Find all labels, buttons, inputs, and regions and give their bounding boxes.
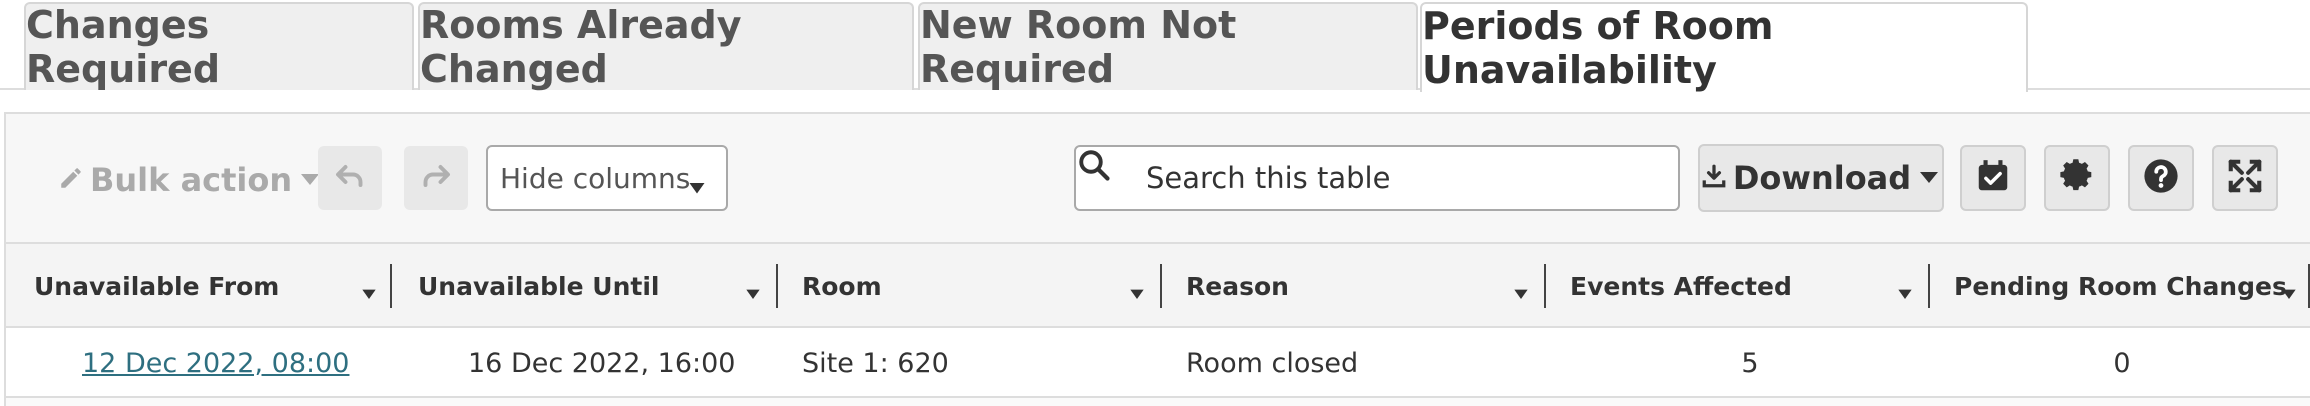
column-resize-handle[interactable] [1928, 264, 1930, 308]
sort-caret-icon[interactable] [358, 280, 380, 309]
table-header: Unavailable From Unavailable Until Room … [6, 244, 2310, 328]
column-header-unavailable-from[interactable]: Unavailable From [34, 244, 392, 328]
fullscreen-button[interactable] [2212, 145, 2278, 211]
caret-down-icon [686, 172, 708, 205]
tab-label: New Room Not Required [920, 3, 1237, 91]
fullscreen-icon [2226, 157, 2264, 199]
gear-icon [2058, 157, 2096, 199]
bulk-action-label: Bulk action [90, 161, 293, 199]
pencil-icon [58, 161, 84, 199]
tab-label: Periods of Room Unavailability [1422, 4, 1774, 92]
tab-periods-of-room-unavailability[interactable]: Periods of Room Unavailability [1420, 2, 2028, 92]
tab-label: Rooms Already Changed [420, 3, 742, 91]
download-label: Download [1732, 159, 1912, 197]
caret-down-icon [1917, 159, 1941, 197]
sort-caret-icon[interactable] [1126, 280, 1148, 309]
tab-new-room-not-required[interactable]: New Room Not Required [918, 2, 1418, 91]
column-header-label: Pending Room Changes [1954, 271, 2287, 301]
cell-reason: Room closed [1186, 347, 1359, 379]
undo-button[interactable] [318, 146, 382, 210]
tab-changes-required[interactable]: Changes Required [24, 2, 414, 91]
hide-columns-label: Hide columns [500, 161, 691, 195]
table-row: 12 Dec 2022, 08:00 16 Dec 2022, 16:00 Si… [6, 328, 2310, 398]
tab-label: Changes Required [26, 3, 221, 91]
download-button[interactable]: Download [1698, 144, 1944, 212]
help-icon [2142, 157, 2180, 199]
column-resize-handle[interactable] [1160, 264, 1162, 308]
column-header-unavailable-until[interactable]: Unavailable Until [418, 244, 778, 328]
column-header-label: Unavailable From [34, 271, 280, 301]
cell-unavailable-until: 16 Dec 2022, 16:00 [468, 347, 736, 379]
settings-button[interactable] [2044, 145, 2110, 211]
cell-events-affected: 5 [1741, 347, 1759, 379]
redo-button[interactable] [404, 146, 468, 210]
column-resize-handle[interactable] [390, 264, 392, 308]
column-header-label: Room [802, 271, 882, 301]
cell-unavailable-from: 12 Dec 2022, 08:00 [82, 328, 349, 398]
column-header-reason[interactable]: Reason [1186, 244, 1546, 328]
undo-icon [332, 158, 368, 198]
redo-icon [418, 158, 454, 198]
tab-rooms-already-changed[interactable]: Rooms Already Changed [418, 2, 914, 91]
column-header-label: Unavailable Until [418, 271, 660, 301]
search-input[interactable] [1146, 157, 1666, 199]
download-icon [1701, 159, 1727, 197]
sort-caret-icon[interactable] [2278, 280, 2300, 309]
column-resize-handle[interactable] [776, 264, 778, 308]
column-header-events-affected[interactable]: Events Affected [1570, 244, 1930, 328]
calendar-check-icon [1974, 157, 2012, 199]
hide-columns-select[interactable]: Hide columns [486, 145, 728, 211]
column-resize-handle[interactable] [1544, 264, 1546, 308]
table-toolbar: Bulk action Hide columns Search this tab… [6, 114, 2310, 244]
column-header-pending-room-changes[interactable]: Pending Room Changes [1954, 244, 2310, 328]
table-panel: Bulk action Hide columns Search this tab… [4, 112, 2310, 406]
tab-bar: Changes Required Rooms Already Changed N… [0, 0, 2310, 92]
sort-caret-icon[interactable] [1510, 280, 1532, 309]
sort-caret-icon[interactable] [1894, 280, 1916, 309]
search-field[interactable] [1074, 145, 1680, 211]
column-header-label: Events Affected [1570, 271, 1792, 301]
help-button[interactable] [2128, 145, 2194, 211]
calendar-check-button[interactable] [1960, 145, 2026, 211]
sort-caret-icon[interactable] [742, 280, 764, 309]
column-header-room[interactable]: Room [802, 244, 1162, 328]
bulk-action-button[interactable]: Bulk action [58, 158, 322, 202]
cell-pending-room-changes: 0 [2113, 347, 2131, 379]
column-header-label: Reason [1186, 271, 1289, 301]
cell-room: Site 1: 620 [802, 347, 949, 379]
unavailable-from-link[interactable]: 12 Dec 2022, 08:00 [82, 348, 349, 379]
